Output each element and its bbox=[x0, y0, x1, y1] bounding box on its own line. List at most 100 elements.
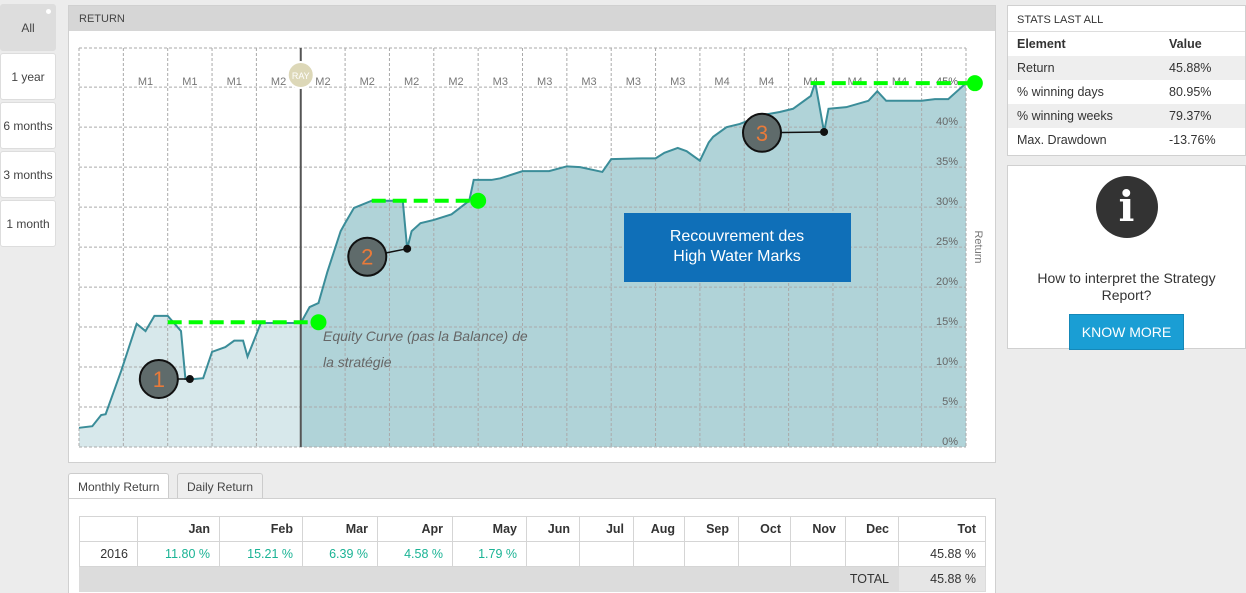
drawdown-point bbox=[403, 244, 412, 253]
month-header: Jan bbox=[137, 516, 220, 542]
month-header: Tot bbox=[898, 516, 986, 542]
return-cell: 6.39 % bbox=[302, 541, 378, 567]
x-tick-label: M3 bbox=[626, 76, 641, 88]
table-header-row: Jan Feb Mar Apr May Jun Jul Aug Sep Oct Nov Dec Tot bbox=[79, 516, 986, 542]
x-tick-label: M2 bbox=[360, 76, 375, 88]
month-header: Aug bbox=[633, 516, 685, 542]
return-cell bbox=[738, 541, 791, 567]
x-tick-label: M1 bbox=[138, 76, 153, 88]
x-tick-label: M1 bbox=[182, 76, 197, 88]
y-axis-label: Return bbox=[972, 230, 984, 263]
year-cell: 2016 bbox=[79, 541, 138, 567]
return-cell bbox=[684, 541, 739, 567]
month-header: Jul bbox=[579, 516, 634, 542]
month-header: May bbox=[452, 516, 527, 542]
return-cell bbox=[526, 541, 580, 567]
stats-title: STATS LAST ALL bbox=[1008, 6, 1245, 32]
info-panel: i How to interpret the Strategy Report? … bbox=[1007, 165, 1246, 350]
y-tick-label: 15% bbox=[936, 316, 958, 328]
return-chart: 0%5%10%15%20%25%30%35%40%45%M1M1M1M2M2M2… bbox=[78, 47, 984, 448]
y-tick-label: 10% bbox=[936, 356, 958, 368]
return-cell bbox=[790, 541, 846, 567]
return-cell bbox=[579, 541, 634, 567]
range-nav-3-months[interactable]: 3 months bbox=[0, 151, 56, 198]
x-tick-label: M3 bbox=[670, 76, 685, 88]
range-nav-6-months[interactable]: 6 months bbox=[0, 102, 56, 149]
annotation-box-text: High Water Marks bbox=[673, 248, 800, 265]
total-value: 45.88 % bbox=[898, 566, 986, 592]
total-label: TOTAL bbox=[79, 566, 899, 592]
stat-element: Return bbox=[1008, 56, 1160, 80]
return-cell: 11.80 % bbox=[137, 541, 220, 567]
x-tick-label: M2 bbox=[404, 76, 419, 88]
stat-element: Max. Drawdown bbox=[1017, 133, 1107, 147]
split-label: RAY bbox=[292, 71, 310, 81]
month-header: Dec bbox=[845, 516, 899, 542]
annotation-note: Equity Curve (pas la Balance) de bbox=[323, 328, 528, 344]
x-tick-label: M2 bbox=[271, 76, 286, 88]
x-tick-label: M2 bbox=[448, 76, 463, 88]
y-tick-label: 20% bbox=[936, 276, 958, 288]
stats-header-row: Element Value bbox=[1008, 32, 1245, 56]
drawdown-number: 3 bbox=[756, 121, 768, 146]
y-tick-label: 5% bbox=[942, 396, 958, 408]
x-tick-label: M3 bbox=[493, 76, 508, 88]
range-nav-all[interactable]: All bbox=[0, 4, 56, 51]
drawdown-point bbox=[820, 127, 829, 136]
range-nav-1-year[interactable]: 1 year bbox=[0, 53, 56, 100]
table-row: 2016 11.80 % 15.21 % 6.39 % 4.58 % 1.79 % 45.8… bbox=[79, 541, 986, 567]
range-label: 1 year bbox=[11, 69, 45, 84]
know-more-button[interactable]: KNOW MORE bbox=[1068, 314, 1185, 350]
stats-row: % winning weeks 79.37% bbox=[1008, 104, 1245, 128]
range-label: All bbox=[21, 20, 35, 35]
stats-row: Return 45.88% bbox=[1008, 56, 1245, 80]
range-label: 3 months bbox=[3, 167, 53, 182]
stats-row: Max. Drawdown -13.76% bbox=[1008, 128, 1245, 152]
annotation-note: la stratégie bbox=[323, 354, 392, 370]
stats-row: % winning days 80.95% bbox=[1008, 80, 1245, 104]
month-header: Feb bbox=[219, 516, 303, 542]
stat-element: % winning weeks bbox=[1008, 104, 1160, 128]
stats-table: Element Value Return 45.88% % winning days 8… bbox=[1008, 32, 1245, 152]
x-tick-label: M3 bbox=[537, 76, 552, 88]
month-header: Sep bbox=[684, 516, 739, 542]
tab-daily-return[interactable]: Daily Return bbox=[177, 473, 264, 499]
y-tick-label: 0% bbox=[942, 436, 958, 448]
x-tick-label: M3 bbox=[581, 76, 596, 88]
info-icon: i bbox=[1095, 176, 1158, 238]
month-header: Mar bbox=[302, 516, 378, 542]
return-cell: 45.88 % bbox=[898, 541, 986, 567]
high-water-mark-point bbox=[470, 192, 487, 209]
return-cell: 15.21 % bbox=[219, 541, 303, 567]
monthly-return-table: Jan Feb Mar Apr May Jun Jul Aug Sep Oct Nov Dec Tot … bbox=[79, 516, 986, 592]
month-header: Apr bbox=[377, 516, 453, 542]
drawdown-point bbox=[185, 375, 194, 384]
stat-value: 79.37% bbox=[1160, 104, 1245, 128]
return-cell bbox=[845, 541, 899, 567]
drawdown-number: 1 bbox=[153, 367, 165, 392]
high-water-mark-point bbox=[966, 75, 983, 92]
return-cell: 4.58 % bbox=[377, 541, 453, 567]
stat-value: 45.88% bbox=[1160, 56, 1245, 80]
stat-value: -13.76% bbox=[1169, 133, 1216, 147]
range-label: 1 month bbox=[6, 216, 50, 231]
return-cell bbox=[633, 541, 685, 567]
stats-panel: STATS LAST ALL Element Value Return 45.88%… bbox=[1007, 5, 1246, 156]
range-label: 6 months bbox=[3, 118, 53, 133]
month-header bbox=[79, 516, 138, 542]
stat-element: % winning days bbox=[1017, 85, 1104, 99]
return-cell: 1.79 % bbox=[452, 541, 527, 567]
x-tick-label: M1 bbox=[227, 76, 242, 88]
total-row: TOTAL 45.88 % bbox=[79, 566, 986, 592]
x-tick-label: M4 bbox=[759, 76, 774, 88]
info-question: How to interpret the Strategy Report? bbox=[1037, 270, 1216, 303]
return-chart-panel: RETURN 0%5%10%15%20%25%30%35%40%45%M1M1M… bbox=[68, 5, 996, 463]
tab-monthly-return[interactable]: Monthly Return bbox=[68, 473, 170, 500]
y-tick-label: 30% bbox=[936, 196, 958, 208]
indicator-dot bbox=[46, 9, 51, 14]
stats-header: Value bbox=[1169, 37, 1202, 51]
range-nav-1-month[interactable]: 1 month bbox=[0, 200, 56, 247]
x-tick-label: M2 bbox=[315, 76, 330, 88]
x-tick-label: M4 bbox=[714, 76, 729, 88]
stats-header: Element bbox=[1017, 37, 1066, 51]
